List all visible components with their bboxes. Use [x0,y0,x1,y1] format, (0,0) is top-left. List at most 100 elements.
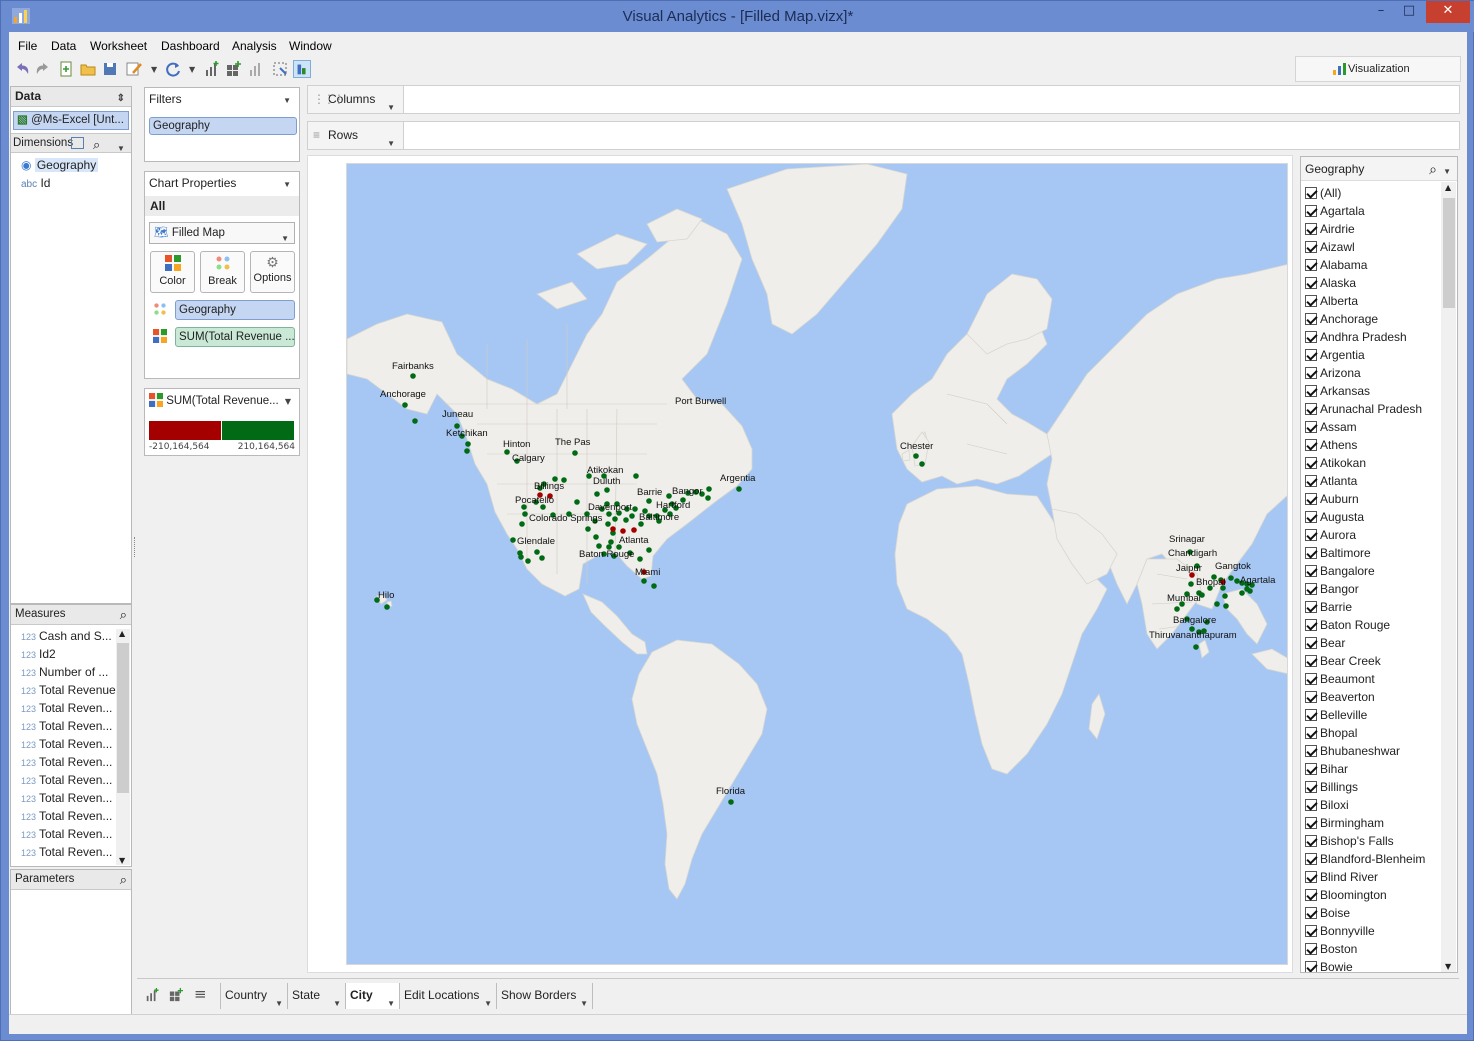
geography-filter-item[interactable]: Augusta [1305,508,1364,526]
geography-filter-item[interactable]: Auburn [1305,490,1359,508]
geography-filter-item[interactable]: Birmingham [1305,814,1384,832]
checkbox-checked-icon[interactable] [1305,637,1317,649]
checkbox-checked-icon[interactable] [1305,709,1317,721]
geography-filter-item[interactable]: Aurora [1305,526,1356,544]
undo-icon[interactable] [13,60,31,78]
checkbox-checked-icon[interactable] [1305,403,1317,415]
map-point-positive[interactable] [629,513,635,519]
map-point-positive[interactable] [593,534,599,540]
map-point-positive[interactable] [596,543,602,549]
measures-scrollbar[interactable]: ▲ ▼ [116,629,130,865]
geography-filter-item[interactable]: Agartala [1305,202,1365,220]
tab-country[interactable]: Country ▼ [220,983,288,1009]
geography-filter-item[interactable]: Beaumont [1305,670,1375,688]
checkbox-checked-icon[interactable] [1305,475,1317,487]
geography-filter-item[interactable]: Atlanta [1305,472,1357,490]
geography-filter-item[interactable]: Beaverton [1305,688,1375,706]
new-dashboard-icon[interactable] [169,988,183,1002]
geography-filter-item[interactable]: Alberta [1305,292,1358,310]
map-point-positive[interactable] [1214,601,1220,607]
map-point-positive[interactable] [1193,644,1199,650]
map-point-positive[interactable] [604,487,610,493]
chart-properties-menu-icon[interactable]: ▼ [283,174,291,196]
map-point-positive[interactable] [504,449,510,455]
scroll-thumb[interactable] [1443,198,1455,308]
map-point-positive[interactable] [913,453,919,459]
checkbox-checked-icon[interactable] [1305,925,1317,937]
checkbox-checked-icon[interactable] [1305,241,1317,253]
map-point-positive[interactable] [1222,593,1228,599]
map-point-positive[interactable] [585,526,591,532]
checkbox-checked-icon[interactable] [1305,727,1317,739]
geography-filter-item[interactable]: Athens [1305,436,1357,454]
geography-filter-item[interactable]: Andhra Pradesh [1305,328,1407,346]
open-folder-icon[interactable] [79,60,97,78]
scroll-down-icon[interactable]: ▼ [119,856,125,865]
checkbox-checked-icon[interactable] [1305,907,1317,919]
geography-filter-item[interactable]: Arizona [1305,364,1361,382]
geography-filter-item[interactable]: Bear [1305,634,1345,652]
map-point-positive[interactable] [464,448,470,454]
map-point-positive[interactable] [651,583,657,589]
geography-filter-item[interactable]: Arunachal Pradesh [1305,400,1422,418]
measure-item[interactable]: 123 Cash and S... [21,627,112,645]
checkbox-checked-icon[interactable] [1305,187,1317,199]
geography-filter-item[interactable]: Barrie [1305,598,1352,616]
map-point-positive[interactable] [384,604,390,610]
geography-filter-item[interactable]: Boston [1305,940,1357,958]
geography-filter-item[interactable]: Atikokan [1305,454,1366,472]
map-point-positive[interactable] [1234,578,1240,584]
map-point-positive[interactable] [605,521,611,527]
checkbox-checked-icon[interactable] [1305,367,1317,379]
map-point-positive[interactable] [510,537,516,543]
geography-filter-scrollbar[interactable]: ▲ ▼ [1441,182,1456,972]
chart-options-icon[interactable] [247,60,265,78]
map-point-positive[interactable] [594,491,600,497]
tab-edit-locations[interactable]: Edit Locations ▼ [400,983,497,1009]
add-chart-icon[interactable] [203,60,221,78]
geography-filter-item[interactable]: Bangor [1305,580,1359,598]
checkbox-checked-icon[interactable] [1305,601,1317,613]
geography-filter-item[interactable]: Baltimore [1305,544,1371,562]
map-point-positive[interactable] [608,539,614,545]
visualization-button[interactable]: Visualization [1295,56,1461,82]
checkbox-checked-icon[interactable] [1305,529,1317,541]
map-point-positive[interactable] [534,549,540,555]
map-point-positive[interactable] [574,499,580,505]
map-point-positive[interactable] [736,486,742,492]
geography-filter-item[interactable]: Anchorage [1305,310,1378,328]
map-point-positive[interactable] [646,498,652,504]
map-point-positive[interactable] [632,506,638,512]
map-point-negative[interactable] [631,527,637,533]
map-point-positive[interactable] [633,473,639,479]
color-measure-pill[interactable]: SUM(Total Revenue ... [175,327,295,347]
table-view-icon[interactable] [71,137,84,149]
geography-filter-item[interactable]: Argentia [1305,346,1365,364]
search-icon[interactable]: ⌕ [93,135,100,154]
map-point-positive[interactable] [612,516,618,522]
break-geography-pill[interactable]: Geography [175,300,295,320]
checkbox-checked-icon[interactable] [1305,457,1317,469]
checkbox-checked-icon[interactable] [1305,745,1317,757]
map-point-positive[interactable] [1228,575,1234,581]
geography-filter-item[interactable]: Baton Rouge [1305,616,1390,634]
map-point-positive[interactable] [705,495,711,501]
scope-bar[interactable]: All [145,196,299,216]
search-icon[interactable]: ⌕ [1429,157,1437,181]
tab-city[interactable]: City ▼ [346,983,400,1009]
tab-list-icon[interactable]: ≡ [194,985,207,1003]
edit-data-icon[interactable] [125,60,143,78]
menu-data[interactable]: Data [51,39,76,53]
checkbox-checked-icon[interactable] [1305,655,1317,667]
panel-splitter[interactable] [134,537,137,557]
geography-filter-item[interactable]: Aizawl [1305,238,1355,256]
measure-item[interactable]: 123 Number of ... [21,663,108,681]
break-button[interactable]: Break [200,251,245,293]
measure-item[interactable]: 123 Total Revenue [21,681,116,699]
color-button[interactable]: Color [150,251,195,293]
map-point-positive[interactable] [518,554,524,560]
geography-filter-item[interactable]: Bloomington [1305,886,1387,904]
checkbox-checked-icon[interactable] [1305,565,1317,577]
geography-filter-item[interactable]: Bear Creek [1305,652,1381,670]
measure-item[interactable]: 123 Total Reven... [21,807,112,825]
